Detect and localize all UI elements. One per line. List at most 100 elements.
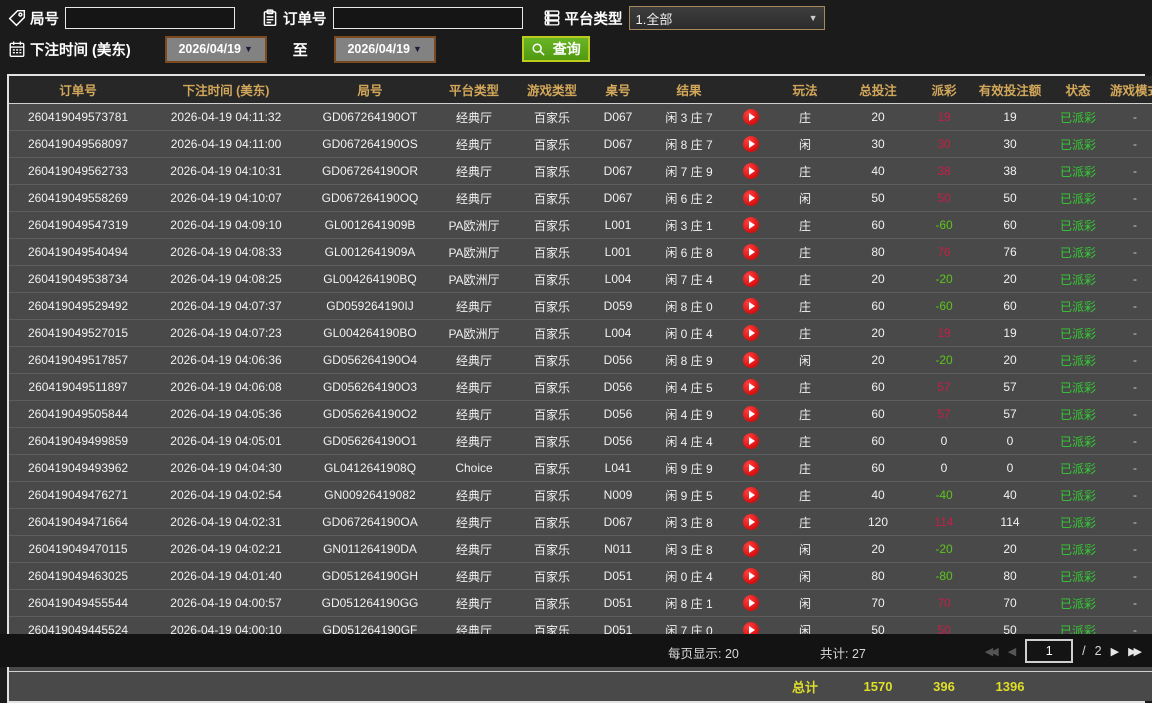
cell-status: 已派彩: [1047, 454, 1109, 482]
cell-table-number: D056: [591, 427, 645, 455]
cell-round-id: GD051264190GH: [305, 562, 435, 590]
cell-replay: [733, 319, 769, 347]
chevron-down-icon: ▼: [808, 13, 818, 23]
replay-play-icon[interactable]: [743, 541, 759, 557]
cell-bet-time: 2026-04-19 04:02:54: [147, 481, 305, 509]
cell-platform-type: 经典厅: [435, 508, 513, 536]
cell-round-id: GD067264190OA: [305, 508, 435, 536]
cell-table-number: D056: [591, 346, 645, 374]
column-header-bet-time: 下注时间 (美东): [147, 76, 305, 104]
cell-bet-type: 庄: [769, 508, 841, 536]
cell-replay: [733, 211, 769, 239]
cell-bet-type: 庄: [769, 103, 841, 131]
cell-round-id: GD056264190O1: [305, 427, 435, 455]
cell-total-bet: 60: [841, 373, 915, 401]
replay-play-icon[interactable]: [743, 217, 759, 233]
cell-table-number: D056: [591, 373, 645, 401]
first-page-icon[interactable]: ◀◀: [985, 645, 999, 658]
tag-icon: [8, 9, 26, 27]
cell-result: 闲 9 庄 9: [645, 454, 733, 482]
cell-table-number: L004: [591, 265, 645, 293]
cell-game-type: 百家乐: [513, 454, 591, 482]
table-row: 260419049573781 2026-04-19 04:11:32 GD0672…: [9, 103, 1152, 131]
cell-total-bet: 80: [841, 562, 915, 590]
last-page-icon[interactable]: ▶▶: [1128, 645, 1142, 658]
replay-play-icon[interactable]: [743, 163, 759, 179]
cell-result: 闲 0 庄 4: [645, 319, 733, 347]
table-row: 260419049511897 2026-04-19 04:06:08 GD0562…: [9, 373, 1152, 401]
round-id-input[interactable]: [65, 7, 235, 29]
replay-play-icon[interactable]: [743, 298, 759, 314]
replay-play-icon[interactable]: [743, 568, 759, 584]
column-header-replay: [733, 76, 769, 104]
replay-play-icon[interactable]: [743, 271, 759, 287]
replay-play-icon[interactable]: [743, 406, 759, 422]
cell-order-number: 260419049558269: [9, 184, 147, 212]
replay-play-icon[interactable]: [743, 487, 759, 503]
column-header-result: 结果: [645, 76, 733, 104]
cell-bet-type: 庄: [769, 238, 841, 266]
replay-play-icon[interactable]: [743, 136, 759, 152]
cell-total-bet: 20: [841, 535, 915, 563]
previous-page-icon[interactable]: ◀: [1008, 645, 1016, 658]
order-id-input[interactable]: [332, 7, 523, 29]
cell-bet-time: 2026-04-19 04:08:25: [147, 265, 305, 293]
filter-row-1: 局号 订单号 平台类型 1.全部 ▼: [8, 5, 1144, 31]
search-button[interactable]: 查询: [521, 36, 590, 62]
next-page-icon[interactable]: ▶: [1111, 645, 1119, 658]
cell-total-bet: 70: [841, 589, 915, 617]
cell-result: 闲 3 庄 7: [645, 103, 733, 131]
replay-play-icon[interactable]: [743, 514, 759, 530]
cell-round-id: GD067264190OS: [305, 130, 435, 158]
cell-status: 已派彩: [1047, 427, 1109, 455]
replay-play-icon[interactable]: [743, 244, 759, 260]
cell-replay: [733, 427, 769, 455]
cell-valid-bet: 57: [973, 400, 1047, 428]
cell-round-id: GD067264190OQ: [305, 184, 435, 212]
cell-table-number: D051: [591, 589, 645, 617]
date-to-select[interactable]: 2026/04/19 ▼: [333, 35, 436, 63]
page-number-input[interactable]: [1025, 639, 1074, 663]
cell-game-mode: -: [1109, 454, 1152, 482]
replay-play-icon[interactable]: [743, 352, 759, 368]
cell-platform-type: 经典厅: [435, 292, 513, 320]
replay-play-icon[interactable]: [743, 595, 759, 611]
cell-game-mode: -: [1109, 238, 1152, 266]
cell-bet-time: 2026-04-19 04:08:33: [147, 238, 305, 266]
cell-game-type: 百家乐: [513, 400, 591, 428]
cell-payout: -20: [915, 535, 973, 563]
table-row: 260419049505844 2026-04-19 04:05:36 GD0562…: [9, 400, 1152, 428]
cell-total-bet: 120: [841, 508, 915, 536]
cell-game-type: 百家乐: [513, 508, 591, 536]
cell-platform-type: 经典厅: [435, 103, 513, 131]
platform-type-select[interactable]: 1.全部 ▼: [628, 6, 825, 30]
cell-order-number: 260419049568097: [9, 130, 147, 158]
cell-game-type: 百家乐: [513, 103, 591, 131]
table-body: 260419049573781 2026-04-19 04:11:32 GD0672…: [9, 103, 1152, 644]
replay-play-icon[interactable]: [743, 433, 759, 449]
cell-valid-bet: 40: [973, 481, 1047, 509]
cell-round-id: GD059264190IJ: [305, 292, 435, 320]
cell-order-number: 260419049547319: [9, 211, 147, 239]
replay-play-icon[interactable]: [743, 379, 759, 395]
cell-order-number: 260419049573781: [9, 103, 147, 131]
replay-play-icon[interactable]: [743, 190, 759, 206]
platform-type-value: 1.全部: [635, 11, 673, 27]
cell-payout: 0: [915, 454, 973, 482]
replay-play-icon[interactable]: [743, 109, 759, 125]
cell-status: 已派彩: [1047, 373, 1109, 401]
cell-payout: 76: [915, 238, 973, 266]
total-count-label: 共计: 27: [820, 647, 866, 661]
cell-result: 闲 8 庄 0: [645, 292, 733, 320]
date-from-select[interactable]: 2026/04/19 ▼: [164, 35, 267, 63]
order-id-label: 订单号: [283, 11, 327, 28]
page-size-label: 每页显示: 20: [668, 647, 739, 661]
replay-play-icon[interactable]: [743, 460, 759, 476]
cell-replay: [733, 508, 769, 536]
replay-play-icon[interactable]: [743, 325, 759, 341]
cell-status: 已派彩: [1047, 535, 1109, 563]
cell-valid-bet: 80: [973, 562, 1047, 590]
cell-payout: 30: [915, 130, 973, 158]
cell-replay: [733, 562, 769, 590]
cell-order-number: 260419049540494: [9, 238, 147, 266]
